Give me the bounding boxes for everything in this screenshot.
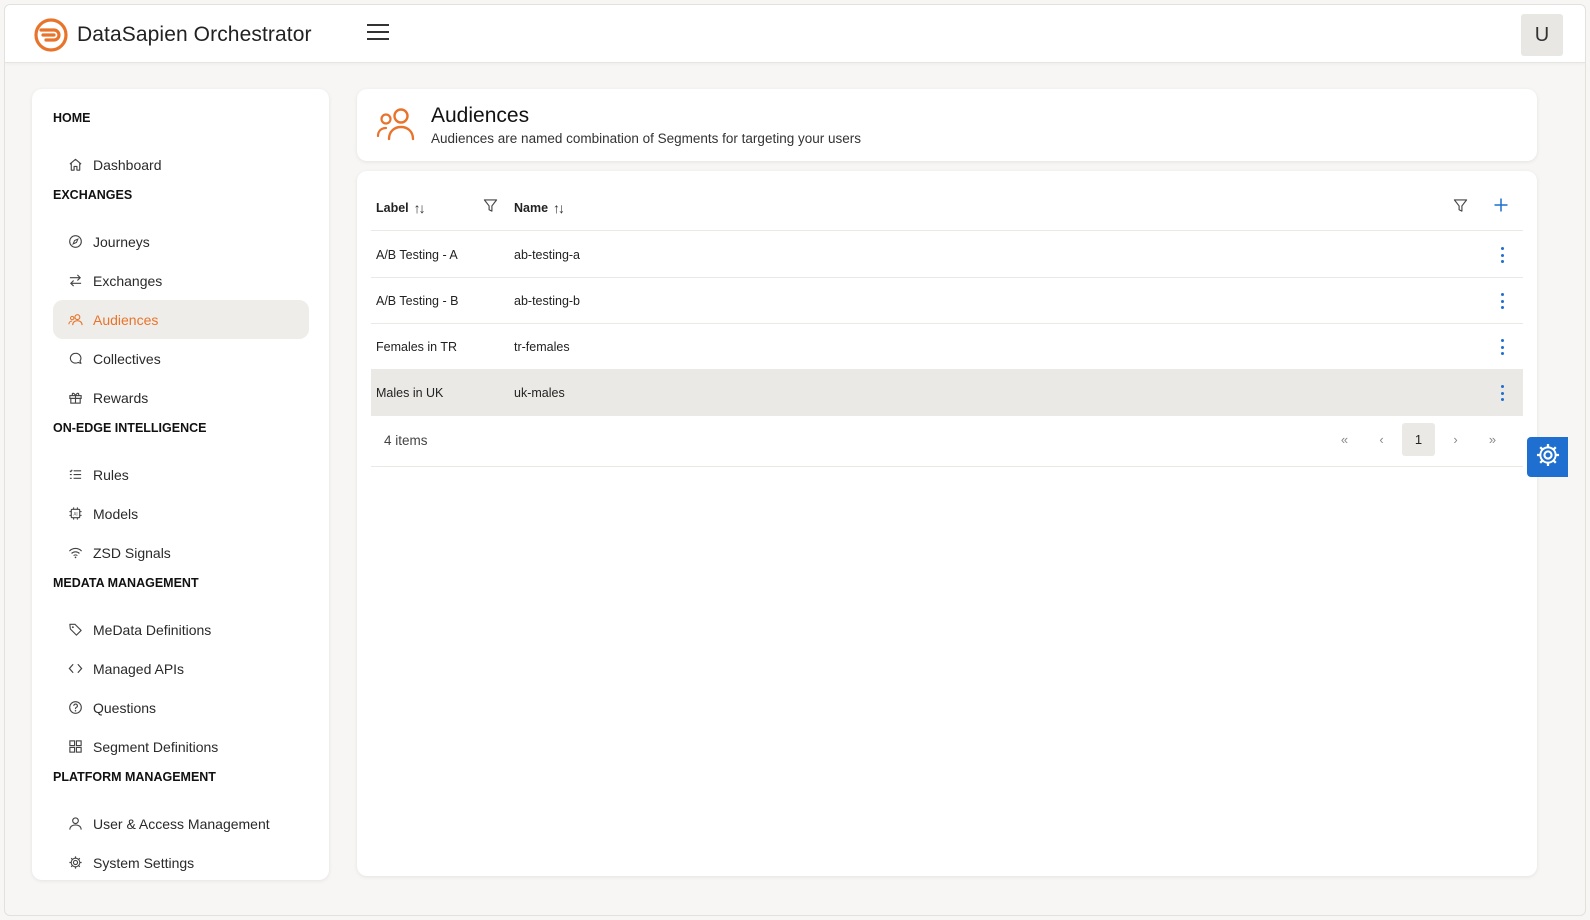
sidebar-item-system-settings[interactable]: System Settings: [53, 843, 309, 882]
next-page-button[interactable]: ›: [1439, 423, 1472, 456]
add-icon[interactable]: [1493, 196, 1509, 216]
sidebar-item-questions[interactable]: Questions: [53, 688, 309, 727]
sidebar-section-on-edge-intelligence: ON-EDGE INTELLIGENCE: [53, 421, 207, 435]
kebab-menu-icon[interactable]: [1497, 383, 1507, 403]
sidebar-item-label: Segment Definitions: [93, 738, 219, 755]
arrows-exchange-icon: [68, 273, 83, 288]
sidebar-item-audiences[interactable]: Audiences: [53, 300, 309, 339]
sidebar-item-rules[interactable]: Rules: [53, 455, 309, 494]
users-icon: [375, 105, 419, 148]
hamburger-menu-icon[interactable]: [367, 24, 391, 44]
kebab-menu-icon[interactable]: [1497, 337, 1507, 357]
sidebar-item-segment-definitions[interactable]: Segment Definitions: [53, 727, 309, 766]
page-header: Audiences Audiences are named combinatio…: [357, 89, 1537, 161]
table-row[interactable]: Males in UK uk-males: [371, 370, 1523, 416]
first-page-button[interactable]: «: [1328, 423, 1361, 456]
chat-icon: [68, 351, 83, 366]
sidebar-item-label: MeData Definitions: [93, 621, 212, 638]
prev-page-button[interactable]: ‹: [1365, 423, 1398, 456]
sidebar-item-rewards[interactable]: Rewards: [53, 378, 309, 417]
question-circle-icon: [68, 700, 83, 715]
gift-icon: [68, 390, 83, 405]
logo-icon: [33, 17, 69, 53]
sidebar-item-label: Questions: [93, 699, 157, 716]
home-icon: [68, 157, 83, 172]
cell-name: ab-testing-a: [514, 248, 581, 262]
list-check-icon: [68, 467, 83, 482]
sidebar-item-label: Dashboard: [93, 156, 162, 173]
filter-icon[interactable]: [1453, 198, 1468, 218]
app-title: DataSapien Orchestrator: [77, 23, 312, 46]
sidebar-item-label: System Settings: [93, 854, 195, 871]
sidebar-item-label: Rewards: [93, 389, 149, 406]
sidebar-item-medata-definitions[interactable]: MeData Definitions: [53, 610, 309, 649]
sidebar-section-exchanges: EXCHANGES: [53, 188, 133, 202]
cell-label: Males in UK: [376, 386, 444, 400]
page-title: Audiences: [431, 104, 530, 127]
user-avatar[interactable]: U: [1521, 14, 1563, 56]
kebab-menu-icon[interactable]: [1497, 245, 1507, 265]
pagination: « ‹ 1 › »: [1328, 423, 1509, 456]
sidebar-section-home: HOME: [53, 111, 91, 125]
wifi-icon: [68, 545, 83, 560]
column-header-name[interactable]: Name ↑↓: [514, 200, 565, 216]
code-icon: [68, 661, 83, 676]
sidebar-item-label: Rules: [93, 466, 129, 483]
sidebar-item-models[interactable]: AI Models: [53, 494, 309, 533]
table-row[interactable]: Females in TR tr-females: [371, 324, 1523, 370]
table-row[interactable]: A/B Testing - A ab-testing-a: [371, 232, 1523, 278]
sidebar-item-managed-apis[interactable]: Managed APIs: [53, 649, 309, 688]
sidebar-item-user-access-management[interactable]: User & Access Management: [53, 804, 309, 843]
column-header-label[interactable]: Label ↑↓: [376, 200, 426, 216]
gear-icon: [1535, 442, 1561, 473]
sidebar-section-medata-management: MEDATA MANAGEMENT: [53, 576, 199, 590]
cell-label: Females in TR: [376, 340, 458, 354]
sidebar-item-exchanges[interactable]: Exchanges: [53, 261, 309, 300]
sidebar-item-collectives[interactable]: Collectives: [53, 339, 309, 378]
sort-icon[interactable]: ↑↓: [414, 200, 426, 216]
sidebar-item-label: Exchanges: [93, 272, 163, 289]
table-footer: 4 items « ‹ 1 › »: [371, 415, 1523, 467]
sidebar-item-label: Managed APIs: [93, 660, 185, 677]
app-window: DataSapien Orchestrator U HOME Dashboard…: [4, 4, 1586, 916]
page-button-current[interactable]: 1: [1402, 423, 1435, 456]
tag-icon: [68, 622, 83, 637]
sidebar: HOME Dashboard EXCHANGES Journeys Exchan…: [32, 89, 329, 880]
brand[interactable]: DataSapien Orchestrator: [33, 17, 312, 53]
kebab-menu-icon[interactable]: [1497, 291, 1507, 311]
page-subtitle: Audiences are named combination of Segme…: [431, 131, 861, 146]
cell-name: uk-males: [514, 386, 565, 400]
sort-icon[interactable]: ↑↓: [553, 200, 565, 216]
audiences-table: Label ↑↓ Name ↑↓ A/B Testing - A ab-test…: [357, 171, 1537, 876]
sidebar-item-journeys[interactable]: Journeys: [53, 222, 309, 261]
last-page-button[interactable]: »: [1476, 423, 1509, 456]
sidebar-item-label: User & Access Management: [93, 815, 270, 832]
cell-name: ab-testing-b: [514, 294, 581, 308]
item-count: 4 items: [384, 433, 428, 448]
sidebar-item-label: Audiences: [93, 311, 159, 328]
user-icon: [68, 816, 83, 831]
filter-icon[interactable]: [483, 198, 498, 218]
table-header: Label ↑↓ Name ↑↓: [371, 187, 1523, 231]
gear-icon: [68, 855, 83, 870]
compass-icon: [68, 234, 83, 249]
sidebar-item-label: Journeys: [93, 233, 150, 250]
cell-name: tr-females: [514, 340, 570, 354]
cell-label: A/B Testing - A: [376, 248, 458, 262]
svg-text:AI: AI: [73, 511, 77, 516]
sidebar-item-dashboard[interactable]: Dashboard: [53, 145, 309, 184]
top-bar: DataSapien Orchestrator U: [5, 5, 1585, 63]
sidebar-item-label: Models: [93, 505, 139, 522]
cell-label: A/B Testing - B: [376, 294, 459, 308]
table-row[interactable]: A/B Testing - B ab-testing-b: [371, 278, 1523, 324]
sidebar-section-platform-management: PLATFORM MANAGEMENT: [53, 770, 216, 784]
sidebar-item-label: Collectives: [93, 350, 161, 367]
sidebar-item-zsd-signals[interactable]: ZSD Signals: [53, 533, 309, 572]
settings-gear-button[interactable]: [1527, 437, 1568, 477]
grid-icon: [68, 739, 83, 754]
users-icon: [68, 312, 83, 327]
sidebar-item-label: ZSD Signals: [93, 544, 171, 561]
ai-chip-icon: AI: [68, 506, 83, 521]
